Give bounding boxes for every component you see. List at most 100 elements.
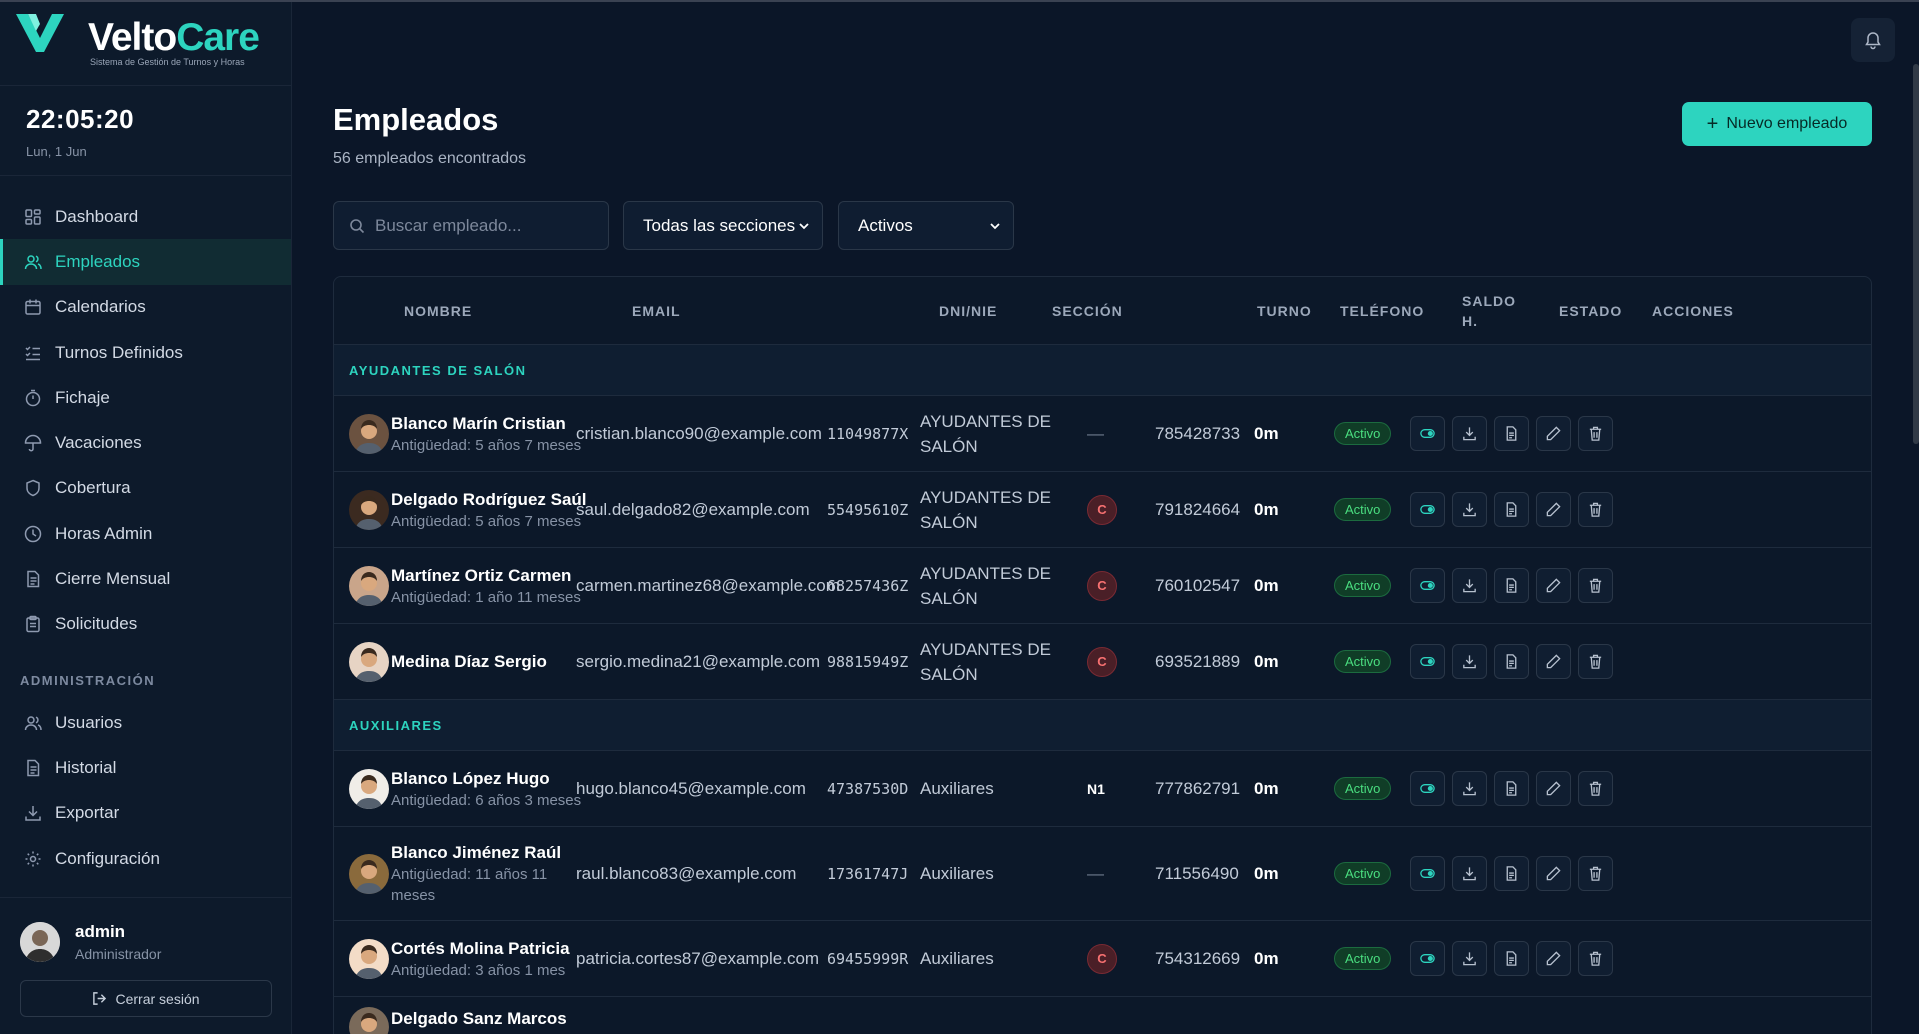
table-row[interactable]: Blanco López Hugo Antigüedad: 6 años 3 me… [334, 751, 1871, 827]
employee-name[interactable]: Blanco López Hugo [391, 767, 550, 790]
sidebar-item-cierre-mensual[interactable]: Cierre Mensual [0, 556, 291, 601]
sidebar-item-turnos-definidos[interactable]: Turnos Definidos [0, 330, 291, 375]
status-filter-value: Activos [858, 215, 913, 235]
col-turno[interactable]: TURNO [1257, 277, 1312, 345]
delete-button[interactable] [1578, 771, 1613, 806]
employee-name[interactable]: Martínez Ortiz Carmen [391, 564, 571, 587]
download-button[interactable] [1452, 644, 1487, 679]
balance-cell: 0m [1254, 575, 1279, 595]
sidebar-item-configuracion[interactable]: Configuración [0, 836, 291, 881]
toggle-status-button[interactable] [1410, 771, 1445, 806]
employee-name[interactable]: Blanco Marín Cristian [391, 412, 566, 435]
report-button[interactable] [1494, 856, 1529, 891]
download-icon [1463, 952, 1476, 966]
search-input[interactable]: Buscar empleado... [333, 201, 609, 250]
email-cell: hugo.blanco45@example.com [576, 778, 806, 798]
section-cell: Auxiliares [920, 921, 994, 996]
col-estado[interactable]: ESTADO [1559, 277, 1622, 345]
sidebar-item-horas-admin[interactable]: Horas Admin [0, 511, 291, 556]
scrollbar[interactable] [1913, 64, 1919, 444]
delete-button[interactable] [1578, 568, 1613, 603]
status-cell: Activo [1334, 624, 1392, 699]
col-telefono[interactable]: TELÉFONO [1340, 277, 1424, 345]
report-button[interactable] [1494, 416, 1529, 451]
sidebar-item-usuarios[interactable]: Usuarios [0, 700, 291, 745]
shift-badge: C [1087, 646, 1117, 677]
download-button[interactable] [1452, 941, 1487, 976]
sidebar-item-historial[interactable]: Historial [0, 745, 291, 790]
toggle-status-button[interactable] [1410, 568, 1445, 603]
sidebar-item-vacaciones[interactable]: Vacaciones [0, 420, 291, 465]
table-row[interactable]: Cortés Molina Patricia Antigüedad: 3 años… [334, 921, 1871, 997]
delete-button[interactable] [1578, 941, 1613, 976]
download-button[interactable] [1452, 568, 1487, 603]
delete-button[interactable] [1578, 416, 1613, 451]
toggle-status-button[interactable] [1410, 856, 1445, 891]
employee-name[interactable]: Delgado Rodríguez Saúl [391, 488, 587, 511]
name-cell: Martínez Ortiz Carmen Antigüedad: 1 año 1… [391, 548, 606, 623]
download-button[interactable] [1452, 771, 1487, 806]
status-filter-select[interactable]: Activos [838, 201, 1014, 250]
toggle-status-button[interactable] [1410, 941, 1445, 976]
toggle-status-button[interactable] [1410, 492, 1445, 527]
trash-icon [1589, 502, 1602, 517]
sidebar-item-solicitudes[interactable]: Solicitudes [0, 602, 291, 647]
sidebar-item-empleados[interactable]: Empleados [0, 239, 291, 285]
employee-seniority: Antigüedad: 1 año 11 meses [391, 587, 581, 608]
sidebar-item-calendarios[interactable]: Calendarios [0, 285, 291, 330]
status-badge: Activo [1334, 574, 1392, 597]
brand[interactable]: VeltoCare Sistema de Gestión de Turnos y… [0, 2, 291, 86]
table-row[interactable]: Medina Díaz Sergio sergio.medina21@exampl… [334, 624, 1871, 700]
edit-button[interactable] [1536, 771, 1571, 806]
col-dni[interactable]: DNI/NIE [939, 277, 997, 345]
edit-button[interactable] [1536, 416, 1571, 451]
edit-button[interactable] [1536, 856, 1571, 891]
sidebar-item-cobertura[interactable]: Cobertura [0, 466, 291, 511]
report-button[interactable] [1494, 941, 1529, 976]
edit-button[interactable] [1536, 568, 1571, 603]
sidebar-item-exportar[interactable]: Exportar [0, 791, 291, 836]
brand-subtitle: Sistema de Gestión de Turnos y Horas [90, 57, 245, 67]
employee-name[interactable]: Delgado Sanz Marcos [391, 1007, 567, 1030]
employee-name[interactable]: Medina Díaz Sergio [391, 650, 547, 673]
sidebar-item-label: Cobertura [55, 478, 131, 498]
sidebar-item-fichaje[interactable]: Fichaje [0, 375, 291, 420]
col-email[interactable]: EMAIL [632, 277, 681, 345]
delete-button[interactable] [1578, 856, 1613, 891]
new-employee-button[interactable]: + Nuevo empleado [1682, 102, 1872, 146]
toggle-status-button[interactable] [1410, 644, 1445, 679]
edit-button[interactable] [1536, 941, 1571, 976]
table-row[interactable]: Blanco Jiménez Raúl Antigüedad: 11 años 1… [334, 827, 1871, 921]
table-row[interactable]: Delgado Rodríguez Saúl Antigüedad: 5 años… [334, 472, 1871, 548]
download-button[interactable] [1452, 416, 1487, 451]
sidebar-item-dashboard[interactable]: Dashboard [0, 194, 291, 239]
edit-button[interactable] [1536, 492, 1571, 527]
toggle-icon [1420, 429, 1435, 438]
delete-button[interactable] [1578, 492, 1613, 527]
download-button[interactable] [1452, 492, 1487, 527]
table-row[interactable]: Blanco Marín Cristian Antigüedad: 5 años … [334, 396, 1871, 472]
logout-button[interactable]: Cerrar sesión [20, 980, 272, 1017]
main-nav: Dashboard Empleados Calendarios Turnos D… [0, 176, 291, 881]
col-seccion[interactable]: SECCIÓN [1052, 277, 1123, 345]
users-icon [24, 253, 42, 271]
col-saldo[interactable]: SALDO H. [1462, 277, 1516, 345]
table-row[interactable]: Martínez Ortiz Carmen Antigüedad: 1 año 1… [334, 548, 1871, 624]
edit-button[interactable] [1536, 644, 1571, 679]
report-button[interactable] [1494, 644, 1529, 679]
delete-button[interactable] [1578, 644, 1613, 679]
avatar[interactable] [20, 922, 60, 962]
employee-name[interactable]: Cortés Molina Patricia [391, 937, 570, 960]
report-button[interactable] [1494, 492, 1529, 527]
employee-name[interactable]: Blanco Jiménez Raúl [391, 841, 561, 864]
report-button[interactable] [1494, 771, 1529, 806]
col-acciones: ACCIONES [1652, 303, 1734, 319]
col-nombre[interactable]: NOMBRE [404, 277, 472, 345]
toggle-status-button[interactable] [1410, 416, 1445, 451]
trash-icon [1589, 866, 1602, 881]
report-button[interactable] [1494, 568, 1529, 603]
download-button[interactable] [1452, 856, 1487, 891]
table-row[interactable]: Delgado Sanz Marcos [334, 997, 1871, 1034]
notifications-button[interactable] [1851, 18, 1895, 62]
section-filter-select[interactable]: Todas las secciones [623, 201, 823, 250]
